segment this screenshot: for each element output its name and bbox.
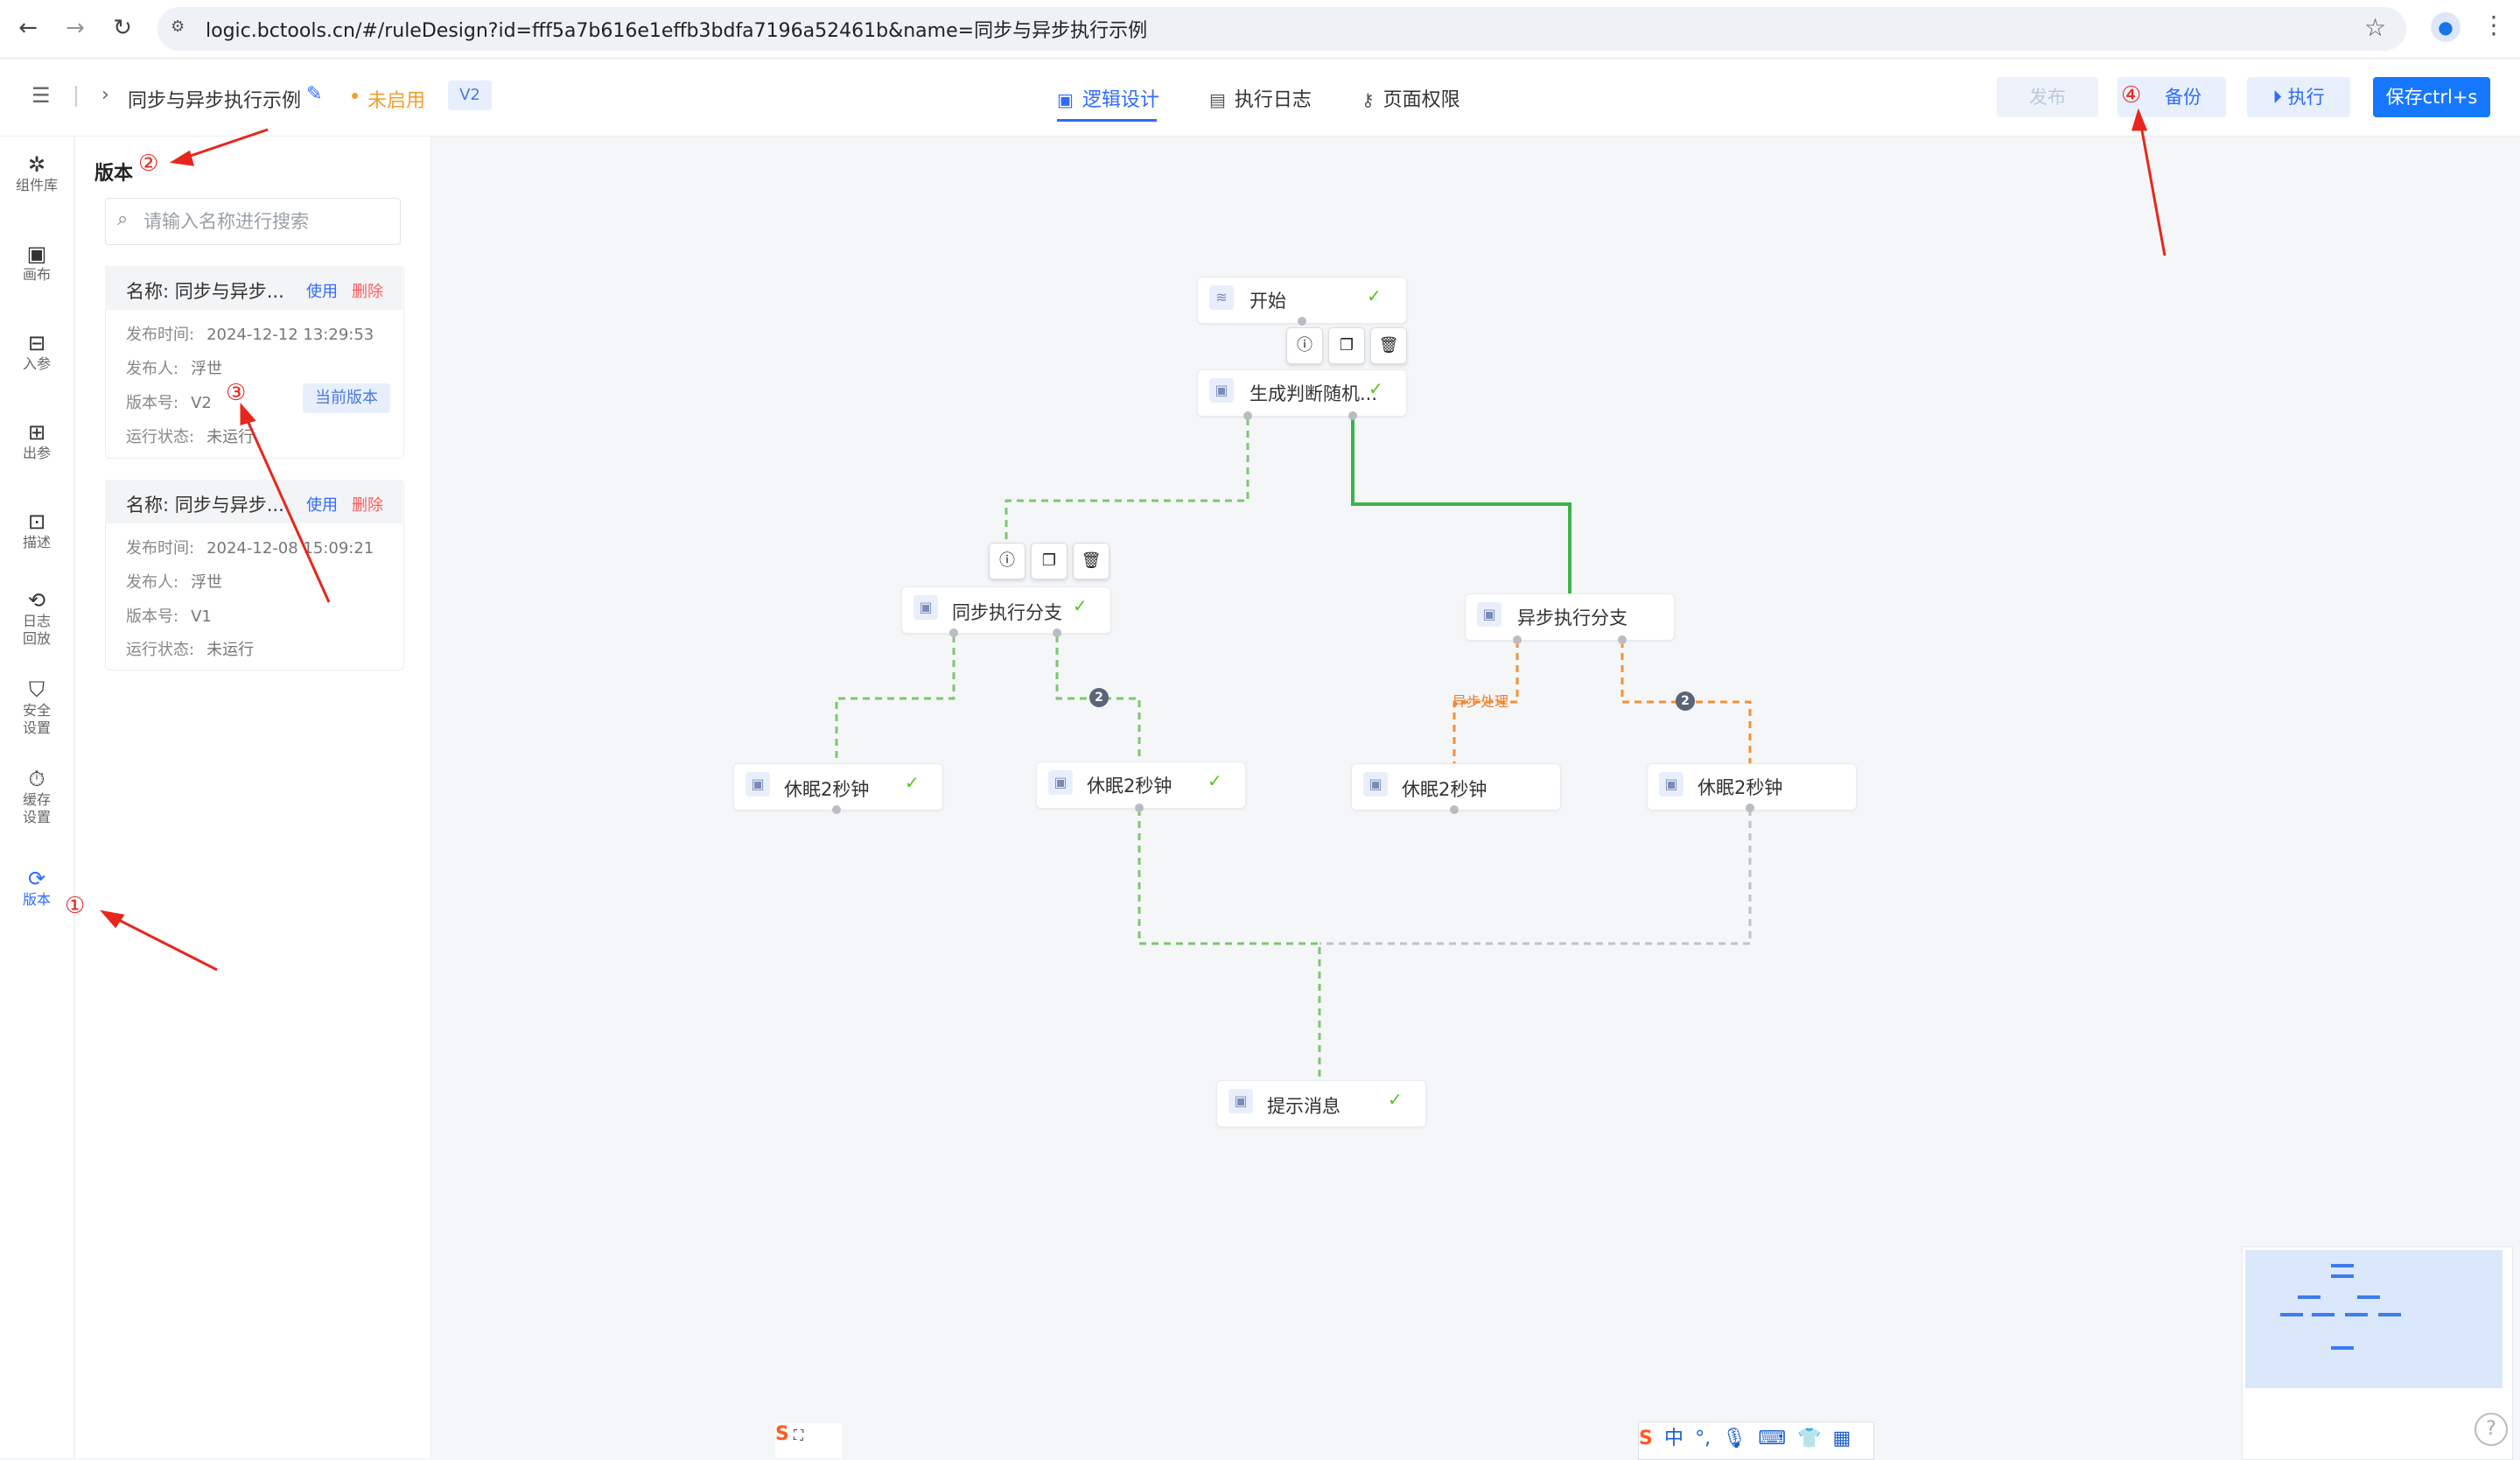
node-label: 生成判断随机... — [1250, 383, 1378, 404]
microphone-icon[interactable]: 🎙 — [1722, 1428, 1746, 1449]
annotation-arrowhead-4 — [2131, 108, 2148, 131]
annotation-marker-1: ① — [65, 893, 86, 919]
node-port[interactable] — [1746, 804, 1754, 812]
node-port[interactable] — [1053, 628, 1061, 637]
ime-toolbar[interactable]: S 中 °, 🎙 ⌨ 👕 ▦ — [1638, 1421, 1874, 1460]
branch-order-badge: 2 — [1089, 688, 1109, 707]
node-port[interactable] — [1618, 635, 1627, 644]
annotation-arrowhead-2 — [169, 150, 195, 166]
node-port[interactable] — [1298, 317, 1306, 326]
node-type-icon: ▣ — [1477, 602, 1502, 627]
check-circle-icon: ✓ — [1073, 595, 1088, 616]
minimap-node — [2312, 1313, 2334, 1316]
trash-icon[interactable]: 🗑 — [1073, 543, 1110, 579]
check-circle-icon: ✓ — [1367, 285, 1382, 306]
node-port[interactable] — [832, 805, 841, 814]
toolbox-icon[interactable]: ▦ — [1833, 1428, 1852, 1449]
node-port[interactable] — [949, 628, 958, 637]
node-port[interactable] — [1348, 411, 1357, 420]
minimap-node — [2345, 1313, 2368, 1316]
keyboard-icon[interactable]: ⌨ — [1758, 1428, 1786, 1449]
node-label: 异步执行分支 — [1517, 607, 1628, 628]
ime-mode-icon[interactable]: 中 — [1664, 1428, 1684, 1449]
annotation-arrow-1 — [109, 914, 218, 972]
annotation-marker-3: ③ — [226, 380, 247, 406]
annotation-arrow-2 — [179, 128, 269, 161]
annotation-marker-4: ④ — [2121, 82, 2142, 109]
flow-edges — [100, 108, 2166, 1077]
expand-icon: ⛶ — [793, 1427, 804, 1443]
node-type-icon: ▣ — [1363, 772, 1388, 797]
node-port[interactable] — [1135, 804, 1144, 812]
annotation-arrowhead-1 — [100, 909, 125, 929]
node-label: 开始 — [1250, 291, 1286, 312]
minimap-node — [2378, 1313, 2401, 1316]
minimap-node — [2357, 1295, 2380, 1299]
info-icon[interactable]: ⓘ — [1286, 327, 1323, 364]
node-label: 休眠2秒钟 — [784, 779, 870, 800]
branch-order-badge: 2 — [1676, 691, 1695, 711]
node-port[interactable] — [1513, 635, 1522, 644]
ime-logo-icon: S — [1639, 1428, 1653, 1449]
copy-icon[interactable]: ❐ — [1328, 327, 1365, 364]
punctuation-icon[interactable]: °, — [1695, 1428, 1711, 1449]
async-edge-label: 异步处理 — [1452, 693, 1509, 710]
minimap-node — [2331, 1346, 2354, 1350]
node-type-icon: ▣ — [1048, 770, 1073, 795]
node-type-icon: ▣ — [746, 772, 770, 797]
annotation-marker-2: ② — [138, 151, 159, 177]
node-type-icon: ▣ — [914, 595, 938, 620]
layers-icon: ≋ — [1209, 285, 1234, 310]
edge-sleep2-to-notify — [1138, 809, 1321, 1077]
node-label: 提示消息 — [1267, 1096, 1340, 1117]
ime-logo-icon: S — [775, 1423, 789, 1445]
edge-sleep4-to-notify — [1320, 809, 1752, 945]
check-circle-icon: ✓ — [1368, 378, 1383, 399]
skin-icon[interactable]: 👕 — [1797, 1428, 1821, 1449]
minimap-node — [2331, 1274, 2354, 1278]
annotation-arrowhead-3 — [240, 403, 256, 425]
check-circle-icon: ✓ — [1388, 1089, 1403, 1110]
node-label: 休眠2秒钟 — [1087, 776, 1172, 797]
minimap-node — [2331, 1264, 2354, 1267]
help-icon[interactable]: ? — [2474, 1413, 2508, 1446]
trash-icon[interactable]: 🗑 — [1370, 327, 1407, 364]
minimap-node — [2298, 1295, 2320, 1299]
node-type-icon: ▣ — [1228, 1089, 1253, 1113]
node-type-icon: ▣ — [1209, 378, 1234, 403]
check-circle-icon: ✓ — [905, 772, 920, 793]
ime-toolbar-mini[interactable]: S ⛶ — [775, 1423, 842, 1458]
edge-sync-to-sleep1 — [835, 635, 956, 762]
node-type-icon: ▣ — [1659, 772, 1684, 797]
info-icon[interactable]: ⓘ — [989, 543, 1026, 579]
node-label: 同步执行分支 — [952, 602, 1062, 623]
minimap-node — [2280, 1313, 2303, 1316]
copy-icon[interactable]: ❐ — [1031, 543, 1068, 579]
edge-generate-to-async — [1351, 418, 1572, 593]
annotation-arrow-4 — [2138, 120, 2166, 256]
node-label: 休眠2秒钟 — [1402, 779, 1488, 800]
check-circle-icon: ✓ — [1208, 770, 1222, 791]
edge-generate-to-sync — [1004, 418, 1250, 550]
node-label: 休眠2秒钟 — [1698, 777, 1783, 798]
annotation-arrow-3 — [243, 414, 331, 603]
node-port[interactable] — [1450, 805, 1459, 814]
node-port[interactable] — [1243, 411, 1252, 420]
minimap-viewport[interactable] — [2245, 1250, 2502, 1388]
